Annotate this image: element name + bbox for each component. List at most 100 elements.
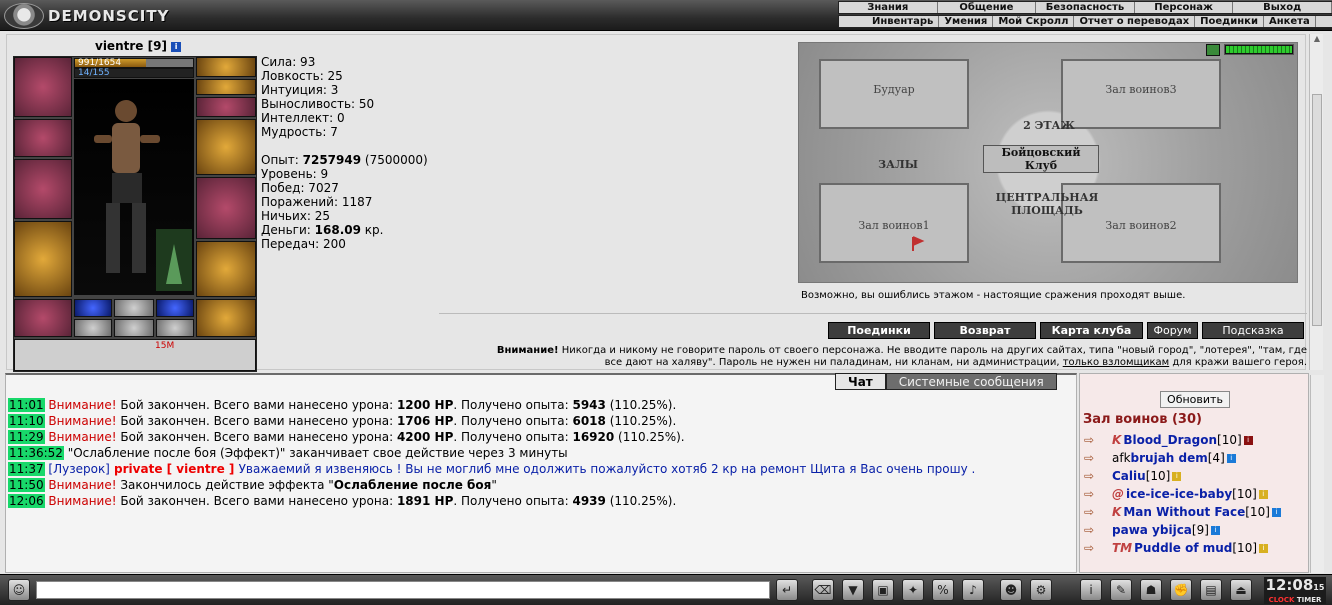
gloves-slot[interactable] (196, 119, 256, 175)
user-name[interactable]: Blood_Dragon (1123, 431, 1217, 449)
belt-slot[interactable] (14, 299, 72, 337)
settings-icon[interactable]: ⚙ (1030, 579, 1052, 601)
menu-character[interactable]: Персонаж (1135, 2, 1234, 13)
submenu-my-scroll[interactable]: Мой Скролл (993, 16, 1075, 27)
user-info-icon[interactable]: i (1226, 453, 1236, 463)
percent-icon[interactable]: % (932, 579, 954, 601)
menu-communication[interactable]: Общение (938, 2, 1037, 13)
exit-icon[interactable]: ⏏ (1230, 579, 1252, 601)
rune-slot-2[interactable] (114, 299, 154, 317)
clan-icon[interactable]: K (1112, 431, 1121, 449)
main-scrollbar[interactable]: ▲ (1309, 34, 1323, 370)
refresh-map-icon[interactable] (1206, 44, 1220, 56)
boots-slot[interactable] (196, 299, 256, 337)
message-time[interactable]: 12:06 (8, 494, 45, 508)
earring-slot[interactable] (196, 57, 256, 77)
user-info-icon[interactable]: i (1271, 507, 1281, 517)
user-name[interactable]: ice-ice-ice-baby (1126, 485, 1232, 503)
message-time[interactable]: 11:50 (8, 478, 45, 492)
user-name[interactable]: Caliu (1112, 467, 1146, 485)
submenu-skills[interactable]: Умения (939, 16, 994, 27)
message-time[interactable]: 11:29 (8, 430, 45, 444)
users-scrollbar[interactable] (1310, 375, 1324, 573)
private-tag[interactable]: private [ vientre ] (110, 462, 239, 476)
room-boudoir[interactable]: Будуар (819, 59, 969, 129)
menu-security[interactable]: Безопасность (1036, 2, 1135, 13)
message-time[interactable]: 11:37 (8, 462, 45, 476)
room-warriors-hall-1[interactable]: Зал воинов1 (819, 183, 969, 263)
rune-slot-6[interactable] (156, 319, 194, 337)
leggings-slot[interactable] (196, 241, 256, 297)
info-tool-icon[interactable]: i (1080, 579, 1102, 601)
message-author[interactable]: [Лузерок] (45, 462, 109, 476)
user-name[interactable]: Puddle of mud (1134, 539, 1232, 557)
user-name[interactable]: pawa ybijca (1112, 521, 1192, 539)
action-arrow-icon[interactable]: ⇨ (1084, 503, 1112, 521)
send-icon[interactable]: ↵ (776, 579, 798, 601)
submenu-profile[interactable]: Анкета (1264, 16, 1316, 27)
music-icon[interactable]: ♪ (962, 579, 984, 601)
user-name[interactable]: brujah dem (1131, 449, 1208, 467)
return-button[interactable]: Возврат (934, 322, 1036, 339)
scroll-up-icon[interactable]: ▲ (1310, 34, 1324, 46)
message-time[interactable]: 11:36:52 (8, 446, 64, 460)
user-info-icon[interactable]: i (1258, 489, 1268, 499)
weapon-slot[interactable] (14, 159, 72, 219)
fight-club-link[interactable]: Бойцовский Клуб (983, 145, 1099, 173)
filter-icon[interactable]: ▼ (842, 579, 864, 601)
action-arrow-icon[interactable]: ⇨ (1084, 449, 1112, 467)
character-name-text[interactable]: vientre (95, 39, 143, 53)
message-time[interactable]: 11:01 (8, 398, 45, 412)
user-info-icon[interactable]: i (1243, 435, 1253, 445)
runner-icon[interactable]: ✦ (902, 579, 924, 601)
rune-slot-1[interactable] (74, 299, 112, 317)
eraser-icon[interactable]: ⌫ (812, 579, 834, 601)
scroll-thumb[interactable] (1312, 94, 1322, 326)
rune-slot-5[interactable] (114, 319, 154, 337)
action-arrow-icon[interactable]: ⇨ (1084, 467, 1112, 485)
tab-chat[interactable]: Чат (835, 373, 886, 390)
action-arrow-icon[interactable]: ⇨ (1084, 539, 1112, 557)
submenu-duels[interactable]: Поединки (1195, 16, 1264, 27)
bracers-slot[interactable] (14, 119, 72, 157)
clan-icon[interactable]: K (1112, 503, 1121, 521)
helmet-icon[interactable]: ☗ (1140, 579, 1162, 601)
forum-button[interactable]: Форум (1147, 322, 1198, 339)
user-info-icon[interactable]: i (1172, 471, 1182, 481)
menu-exit[interactable]: Выход (1233, 2, 1332, 13)
submenu-inventory[interactable]: Инвентарь (867, 16, 940, 27)
duels-button[interactable]: Поединки (828, 322, 930, 339)
fist-icon[interactable]: ✊ (1170, 579, 1192, 601)
user-name[interactable]: Man Without Face (1123, 503, 1245, 521)
tab-system-messages[interactable]: Системные сообщения (885, 373, 1057, 390)
refresh-button[interactable]: Обновить (1160, 391, 1230, 408)
armor-slot[interactable] (14, 221, 72, 297)
submenu-transfer-report[interactable]: Отчет о переводах (1074, 16, 1196, 27)
helmet-slot[interactable] (14, 57, 72, 117)
action-arrow-icon[interactable]: ⇨ (1084, 431, 1112, 449)
smile-head-icon[interactable]: ☺ (8, 579, 30, 601)
message-time[interactable]: 11:10 (8, 414, 45, 428)
user-info-icon[interactable]: i (1210, 525, 1220, 535)
clan-icon[interactable]: TM (1112, 539, 1132, 557)
central-square-link[interactable]: ЦЕНТРАЛЬНАЯ ПЛОЩАДЬ (989, 191, 1105, 217)
shield-slot[interactable] (196, 177, 256, 239)
smiley-icon[interactable]: ☻ (1000, 579, 1022, 601)
halls-label[interactable]: ЗАЛЫ (863, 158, 933, 171)
amulet-slot[interactable] (196, 79, 256, 95)
clan-icon[interactable]: @ (1112, 485, 1124, 503)
rings-slot[interactable] (196, 97, 256, 117)
save-icon[interactable]: ▣ (872, 579, 894, 601)
quest-icon[interactable]: ✎ (1110, 579, 1132, 601)
chat-input[interactable] (36, 581, 770, 599)
action-arrow-icon[interactable]: ⇨ (1084, 521, 1112, 539)
action-arrow-icon[interactable]: ⇨ (1084, 485, 1112, 503)
hint-button[interactable]: Подсказка (1202, 322, 1304, 339)
quick-slots[interactable]: 15M (14, 339, 256, 371)
club-map-button[interactable]: Карта клуба (1040, 322, 1143, 339)
rune-slot-3[interactable] (156, 299, 194, 317)
info-icon[interactable]: i (171, 41, 182, 52)
user-info-icon[interactable]: i (1259, 543, 1269, 553)
hackers-link[interactable]: только взломщикам (1063, 357, 1169, 368)
inventory-icon[interactable]: ▤ (1200, 579, 1222, 601)
